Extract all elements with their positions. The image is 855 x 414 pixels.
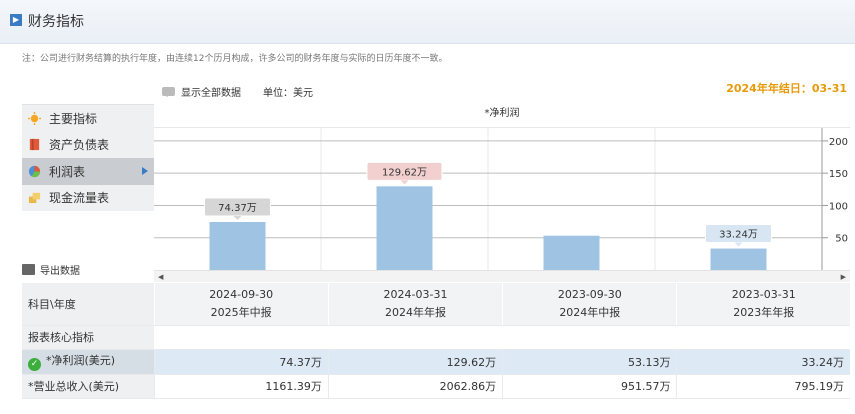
data-label: 74.37万 [218,203,257,214]
menu-item-label: 资产负债表 [49,138,110,153]
y-tick-label: 100 [829,201,848,212]
y-tick-label: 200 [829,137,848,148]
data-label: 33.24万 [719,230,758,241]
table-cell: 74.37万 [153,349,329,375]
net-profit-chart: *净利润 50 100 150 200 74.37万 129.62万 33.24万 [154,104,850,270]
column-period: 2024年中报 [559,305,621,319]
financial-table: 科目\年度 2024-09-30 2025年中报 2024-03-31 2024年年… [22,283,850,399]
table-cell: 2062.86万 [327,374,503,399]
menu-item-label: 主要指标 [49,111,98,126]
sun-icon [28,111,41,125]
data-label-pointer [233,215,242,220]
table-cell: 1161.39万 [153,374,329,399]
bar [543,235,600,270]
section-label: 报表核心指标 [22,325,154,350]
check-icon: ✓ [28,358,41,371]
book-icon [29,139,40,151]
fiscal-note: 注：公司进行财务结算的执行年度，由连续12个历月构成，许多公司的财务年度与实际的… [22,54,448,64]
table-header-row: 科目\年度 2024-09-30 2025年中报 2024-03-31 2024年年… [22,283,850,326]
table-cell: 53.13万 [502,349,677,375]
section-marker-icon: ▶ [10,14,22,26]
table-cell: 33.24万 [676,349,850,375]
column-header: 2024-03-31 2024年年报 [327,283,503,326]
page-header: ▶ 财务指标 [0,0,855,44]
row-label: ✓ *净利润(美元) [22,349,154,375]
page-title: 财务指标 [28,14,84,30]
unit-label: 单位：美元 [263,88,313,99]
table-row[interactable]: *营业总收入(美元) 1161.39万 2062.86万 951.57万 795… [22,374,850,399]
active-arrow-icon [142,167,148,175]
show-all-data-toggle[interactable]: 显示全部数据 [181,84,241,99]
corner-header: 科目\年度 [22,283,154,326]
menu-item-balance-sheet[interactable]: 资产负债表 [22,132,154,159]
bar [209,221,266,270]
row-label: *营业总收入(美元) [22,374,154,399]
scroll-left-icon[interactable]: ◀ [158,274,163,281]
chart-toolbar: 显示全部数据 单位：美元 [162,84,313,99]
column-date: 2024-09-30 [209,287,274,301]
data-label-pointer [400,180,409,185]
column-header: 2024-09-30 2025年中报 [153,283,329,326]
y-tick-label: 50 [835,234,848,245]
export-icon [22,264,35,275]
column-period: 2025年中报 [210,305,272,319]
column-header: 2023-03-31 2023年年报 [676,283,850,326]
data-label: 129.62万 [382,167,427,178]
column-date: 2023-09-30 [557,287,622,301]
data-label-pointer [734,242,743,247]
fiscal-year-end: 2024年年结日：03-31 [726,82,847,95]
column-period: 2024年年报 [384,305,446,319]
chart-scrollbar[interactable]: ◀ ▶ [154,270,850,282]
table-cell: 951.57万 [502,374,677,399]
export-label: 导出数据 [40,266,80,277]
menu-item-main-indicators[interactable]: 主要指标 [22,105,154,132]
scroll-right-icon[interactable]: ▶ [841,274,846,281]
menu-item-label: 利润表 [49,164,86,179]
column-period: 2023年年报 [733,305,795,319]
menu-item-cash-flow[interactable]: 现金流量表 [22,185,154,212]
section-row: 报表核心指标 [22,325,850,350]
chart-plot: 50 100 150 200 74.37万 129.62万 33.24万 [154,128,848,270]
menu-item-label: 现金流量表 [49,191,110,206]
bar [376,186,433,270]
export-data-button[interactable]: 导出数据 [22,262,80,277]
statement-menu: 主要指标 资产负债表 利润表 现金流量表 [22,104,154,211]
pie-icon [28,165,41,177]
comment-icon[interactable] [162,87,175,97]
table-row[interactable]: ✓ *净利润(美元) 74.37万 129.62万 53.13万 33.24万 [22,349,850,375]
y-tick-label: 150 [829,169,848,180]
table-cell: 129.62万 [327,349,503,375]
menu-item-income-statement[interactable]: 利润表 [22,158,154,185]
column-date: 2023-03-31 [731,287,796,301]
coins-icon [28,193,41,204]
bar [710,248,767,270]
column-header: 2023-09-30 2024年中报 [502,283,677,326]
column-date: 2024-03-31 [383,287,448,301]
row-label-text: *净利润(美元) [46,354,116,367]
table-cell: 795.19万 [676,374,850,399]
